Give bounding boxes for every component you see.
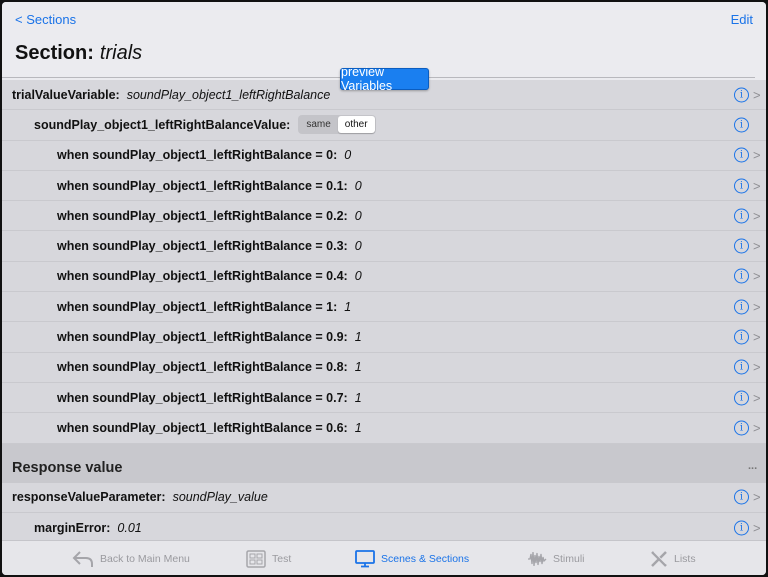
list-row-when-condition[interactable]: when soundPlay_object1_leftRightBalance … [2,231,766,262]
row-value: 0 [354,269,362,284]
row-label: when soundPlay_object1_leftRightBalance … [57,330,348,345]
page-title: Section: trials [15,42,142,65]
chevron-right-icon: > [753,268,761,284]
chevron-right-icon: > [753,178,761,194]
info-icon[interactable]: i [734,390,749,406]
chevron-right-icon: > [753,489,761,505]
row-label: when soundPlay_object1_leftRightBalance … [57,299,338,314]
row-value: soundPlay_object1_leftRightBalance [126,87,331,102]
segment-other[interactable]: other [337,116,375,134]
app-frame: < Sections Edit Section: trials preview V… [2,2,766,575]
info-icon[interactable]: i [734,268,749,284]
row-label: soundPlay_object1_leftRightBalanceValue: [34,117,291,132]
settings-list: trialValueVariable: soundPlay_object1_le… [2,80,766,544]
list-row-when-condition[interactable]: when soundPlay_object1_leftRightBalance … [2,322,766,353]
list-row-when-condition[interactable]: when soundPlay_object1_leftRightBalance … [2,261,766,293]
info-icon[interactable]: i [734,117,749,133]
info-icon[interactable]: i [734,208,749,224]
row-label: when soundPlay_object1_leftRightBalance … [57,208,348,223]
test-grid-icon [246,549,266,568]
chevron-right-icon: > [753,329,761,345]
row-label: when soundPlay_object1_leftRightBalance … [57,420,348,435]
back-arrow-icon [72,550,93,567]
chevron-right-icon: > [753,420,761,436]
tab-scenes-and-sections[interactable]: Scenes & Sections [355,541,469,575]
row-label: marginError: [34,520,111,535]
tab-lists[interactable]: Lists [650,541,696,575]
chevron-right-icon: > [753,390,761,406]
section-gap [2,443,766,454]
waveform-icon [528,551,547,566]
lists-x-icon [651,550,667,567]
list-row-when-condition[interactable]: when soundPlay_object1_leftRightBalance … [2,413,766,444]
list-row-when-condition[interactable]: when soundPlay_object1_leftRightBalance … [2,140,766,171]
info-icon[interactable]: i [734,147,749,163]
section-title: Response value [12,460,123,477]
row-label: when soundPlay_object1_leftRightBalance … [57,390,348,405]
section-header-response-value: Response value ... [2,453,766,483]
row-value: 0.01 [117,520,142,535]
info-icon[interactable]: i [734,87,749,103]
chevron-right-icon: > [753,238,761,254]
more-icon[interactable]: ... [748,460,757,472]
chevron-right-icon: > [753,299,761,315]
row-label: when soundPlay_object1_leftRightBalance … [57,148,338,163]
same-other-segmented-control: same other [298,115,376,135]
tab-label: Test [272,552,292,565]
row-label: when soundPlay_object1_leftRightBalance … [57,360,348,375]
tab-label: Lists [674,552,696,565]
chevron-right-icon: > [753,147,761,163]
info-icon[interactable]: i [734,359,749,375]
row-value: 1 [354,390,362,405]
chevron-right-icon: > [753,208,761,224]
info-icon[interactable]: i [734,299,749,315]
row-label: when soundPlay_object1_leftRightBalance … [57,239,348,254]
monitor-icon [355,549,375,567]
info-icon[interactable]: i [734,420,749,436]
chevron-right-icon: > [753,520,761,535]
list-row-when-condition[interactable]: when soundPlay_object1_leftRightBalance … [2,170,766,202]
info-icon[interactable]: i [734,178,749,194]
list-row-response-value-parameter[interactable]: responseValueParameter: soundPlay_value … [2,482,766,513]
segment-same[interactable]: same [299,116,337,133]
row-value: 1 [354,420,362,435]
chevron-right-icon: > [753,359,761,375]
list-row-when-condition[interactable]: when soundPlay_object1_leftRightBalance … [2,352,766,383]
preview-variables-button[interactable]: preview Variables [340,65,429,93]
list-row-balance-value: soundPlay_object1_leftRightBalanceValue:… [2,110,766,141]
row-value: 0 [344,148,352,163]
list-row-when-condition[interactable]: when soundPlay_object1_leftRightBalance … [2,382,766,414]
row-label: responseValueParameter: [12,490,166,505]
list-row-when-condition[interactable]: when soundPlay_object1_leftRightBalance … [2,292,766,323]
list-row-when-condition[interactable]: when soundPlay_object1_leftRightBalance … [2,201,766,232]
row-label: when soundPlay_object1_leftRightBalance … [57,269,348,284]
tab-label: Back to Main Menu [100,552,190,565]
chevron-right-icon: > [753,87,761,103]
info-icon[interactable]: i [734,329,749,345]
list-row-margin-error[interactable]: marginError: 0.01 i > [2,512,766,544]
tab-test[interactable]: Test [246,541,291,575]
row-label: when soundPlay_object1_leftRightBalance … [57,178,348,193]
row-value: 1 [354,330,362,345]
info-icon[interactable]: i [734,238,749,254]
edit-button[interactable]: Edit [731,12,753,27]
row-value: soundPlay_value [172,490,268,505]
tab-back-to-main-menu[interactable]: Back to Main Menu [72,541,190,575]
row-value: 0 [354,208,362,223]
page-title-prefix: Section: [15,42,94,64]
info-icon[interactable]: i [734,489,749,505]
row-value: 0 [354,239,362,254]
row-label: trialValueVariable: [12,87,120,102]
info-icon[interactable]: i [734,520,749,535]
page-title-section-name: trials [99,42,143,64]
row-value: 0 [354,178,362,193]
tab-stimuli[interactable]: Stimuli [527,541,585,575]
row-value: 1 [354,360,362,375]
tab-bar: Back to Main Menu Test Scenes & Sections [2,540,766,575]
tab-label: Scenes & Sections [381,552,470,565]
tab-label: Stimuli [553,552,585,565]
row-value: 1 [344,299,352,314]
back-to-sections-button[interactable]: < Sections [15,12,76,27]
